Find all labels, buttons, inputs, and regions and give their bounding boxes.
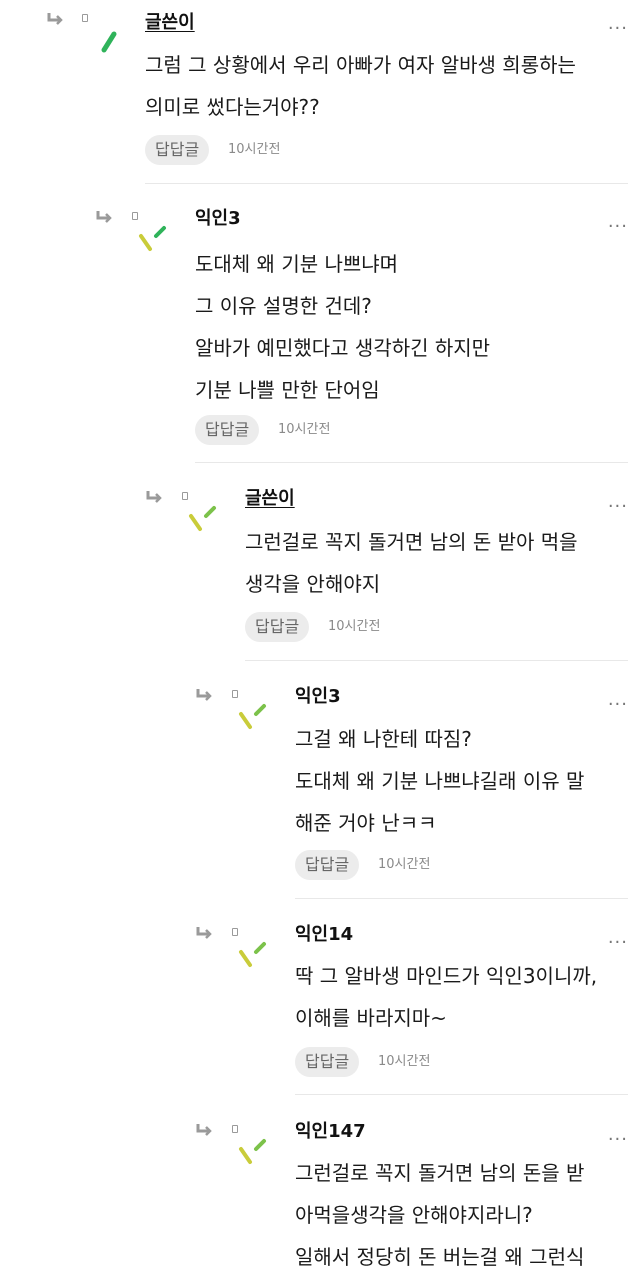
reply-button[interactable]: 답답글 — [195, 415, 260, 445]
comment-body: 그걸 왜 나한테 따짐? 도대체 왜 기분 나쁘냐길래 이유 말 해준 거야 난… — [295, 718, 584, 844]
timestamp: 10시간전 — [228, 142, 281, 157]
divider — [145, 183, 628, 184]
comment-author[interactable]: 익인14 — [295, 924, 353, 946]
comment-line: 일해서 정당히 돈 버는걸 왜 그런식 — [295, 1245, 585, 1269]
reply-arrow-icon — [95, 210, 113, 224]
reply-arrow-icon — [145, 490, 163, 504]
avatar[interactable] — [232, 690, 268, 730]
more-options-icon[interactable]: ··· — [608, 218, 628, 236]
more-options-icon[interactable]: ··· — [608, 20, 628, 38]
comment-author[interactable]: 익인3 — [195, 208, 241, 230]
more-options-icon[interactable]: ··· — [608, 498, 628, 516]
comment-line: 그걸 왜 나한테 따짐? — [295, 727, 472, 751]
reply-arrow-icon — [195, 688, 213, 702]
comment-body: 도대체 왜 기분 나쁘냐며 그 이유 설명한 건데? 알바가 예민했다고 생각하… — [195, 243, 490, 411]
timestamp: 10시간전 — [278, 422, 331, 437]
comment-line: 그런걸로 꼭지 돌거면 남의 돈을 받 — [295, 1161, 585, 1185]
comment-author[interactable]: 글쓴이 — [245, 488, 295, 510]
comment-author[interactable]: 글쓴이 — [145, 12, 195, 34]
comment-line: 생각을 안해야지 — [245, 572, 381, 596]
avatar[interactable] — [182, 492, 218, 532]
comment-line: 아먹을생각을 안해야지라니? — [295, 1203, 533, 1227]
reply-arrow-icon — [195, 1123, 213, 1137]
comment-body: 그런걸로 꼭지 돌거면 남의 돈을 받 아먹을생각을 안해야지라니? 일해서 정… — [295, 1152, 584, 1278]
comment-author[interactable]: 익인147 — [295, 1121, 366, 1143]
comment-body: 그런걸로 꼭지 돌거면 남의 돈 받아 먹을 생각을 안해야지 — [245, 521, 578, 605]
reply-button[interactable]: 답답글 — [245, 612, 310, 642]
comment-author[interactable]: 익인3 — [295, 686, 341, 708]
divider — [295, 898, 628, 899]
comment-line: 기분 나쁠 만한 단어임 — [195, 378, 380, 402]
comment-line: 의미로 썼다는거야?? — [145, 95, 320, 119]
timestamp: 10시간전 — [378, 857, 431, 872]
reply-button[interactable]: 답답글 — [295, 1047, 360, 1077]
divider — [195, 462, 628, 463]
comment-line: 그런걸로 꼭지 돌거면 남의 돈 받아 먹을 — [245, 530, 578, 554]
comment-line: 그럼 그 상황에서 우리 아빠가 여자 알바생 희롱하는 — [145, 53, 576, 77]
comment-body: 딱 그 알바생 마인드가 익인3이니까, 이해를 바라지마~ — [295, 955, 597, 1039]
avatar[interactable] — [82, 14, 118, 54]
reply-arrow-icon — [195, 926, 213, 940]
comment-line: 도대체 왜 기분 나쁘냐길래 이유 말 — [295, 769, 585, 793]
timestamp: 10시간전 — [328, 619, 381, 634]
more-options-icon[interactable]: ··· — [608, 1131, 628, 1149]
avatar[interactable] — [232, 1125, 268, 1165]
reply-arrow-icon — [46, 12, 64, 26]
comment-line: 딱 그 알바생 마인드가 익인3이니까, — [295, 964, 598, 988]
more-options-icon[interactable]: ··· — [608, 934, 628, 952]
reply-button[interactable]: 답답글 — [295, 850, 360, 880]
divider — [245, 660, 628, 661]
divider — [295, 1094, 628, 1095]
comment-line: 알바가 예민했다고 생각하긴 하지만 — [195, 336, 491, 360]
reply-button[interactable]: 답답글 — [145, 135, 210, 165]
comment-line: 그 이유 설명한 건데? — [195, 294, 372, 318]
avatar[interactable] — [132, 212, 168, 252]
comment-line: 이해를 바라지마~ — [295, 1006, 447, 1030]
comment-line: 해준 거야 난ㅋㅋ — [295, 811, 437, 835]
comment-body: 그럼 그 상황에서 우리 아빠가 여자 알바생 희롱하는 의미로 썼다는거야?? — [145, 44, 576, 128]
timestamp: 10시간전 — [378, 1054, 431, 1069]
avatar[interactable] — [232, 928, 268, 968]
more-options-icon[interactable]: ··· — [608, 696, 628, 714]
comment-line: 도대체 왜 기분 나쁘냐며 — [195, 252, 399, 276]
